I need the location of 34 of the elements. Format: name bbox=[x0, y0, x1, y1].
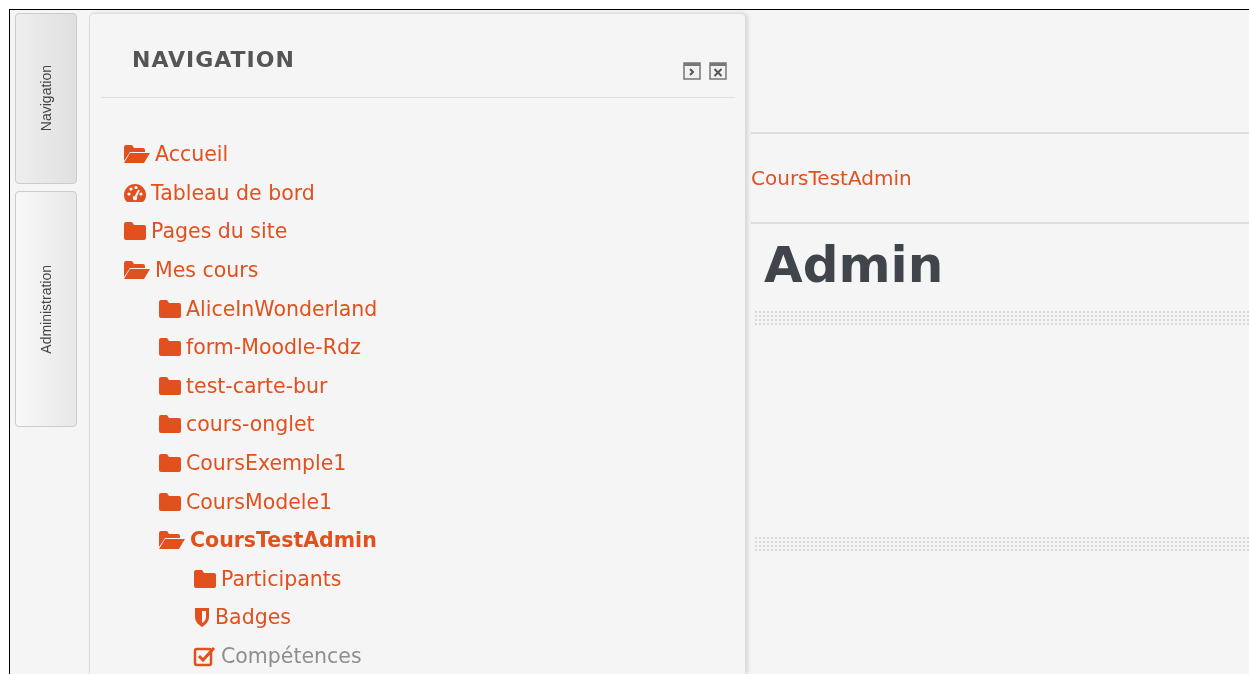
folder-icon bbox=[158, 298, 182, 319]
nav-link[interactable]: Pages du site bbox=[151, 219, 288, 244]
folder-icon bbox=[158, 414, 182, 435]
block-title: NAVIGATION bbox=[132, 47, 295, 72]
nav-link[interactable]: test-carte-bur bbox=[186, 373, 328, 398]
side-tab[interactable]: Administration bbox=[15, 191, 77, 427]
nav-link[interactable]: AliceInWonderland bbox=[186, 296, 378, 321]
folder-open-icon bbox=[123, 144, 151, 165]
folder-icon bbox=[193, 568, 217, 589]
nav-link[interactable]: CoursExemple1 bbox=[186, 451, 347, 476]
page-heading: Admin bbox=[764, 236, 945, 294]
folder-icon bbox=[158, 491, 182, 512]
folder-icon bbox=[158, 337, 182, 358]
breadcrumb-link[interactable]: CoursTestAdmin bbox=[751, 166, 912, 190]
nav-link[interactable]: Tableau de bord bbox=[151, 180, 315, 205]
nav-link[interactable]: Mes cours bbox=[155, 258, 259, 283]
nav-link[interactable]: CoursTestAdmin bbox=[190, 528, 377, 553]
dock-button[interactable] bbox=[683, 62, 701, 80]
folder-open-icon bbox=[123, 260, 151, 281]
nav-link[interactable]: cours-onglet bbox=[186, 412, 315, 437]
folder-open-icon bbox=[158, 530, 186, 551]
folder-icon bbox=[158, 375, 182, 396]
shield-icon bbox=[193, 606, 211, 629]
checkbox-icon bbox=[193, 645, 217, 667]
nav-link[interactable]: Participants bbox=[221, 566, 342, 591]
nav-link[interactable]: form-Moodle-Rdz bbox=[186, 335, 361, 360]
nav-link[interactable]: Accueil bbox=[155, 142, 229, 167]
folder-icon bbox=[158, 453, 182, 474]
nav-link[interactable]: Badges bbox=[215, 605, 291, 630]
side-tab[interactable]: Navigation bbox=[15, 13, 77, 184]
close-button[interactable] bbox=[709, 62, 727, 80]
nav-link[interactable]: CoursModele1 bbox=[186, 489, 333, 514]
speedometer-icon bbox=[123, 182, 147, 203]
folder-icon bbox=[123, 221, 147, 242]
